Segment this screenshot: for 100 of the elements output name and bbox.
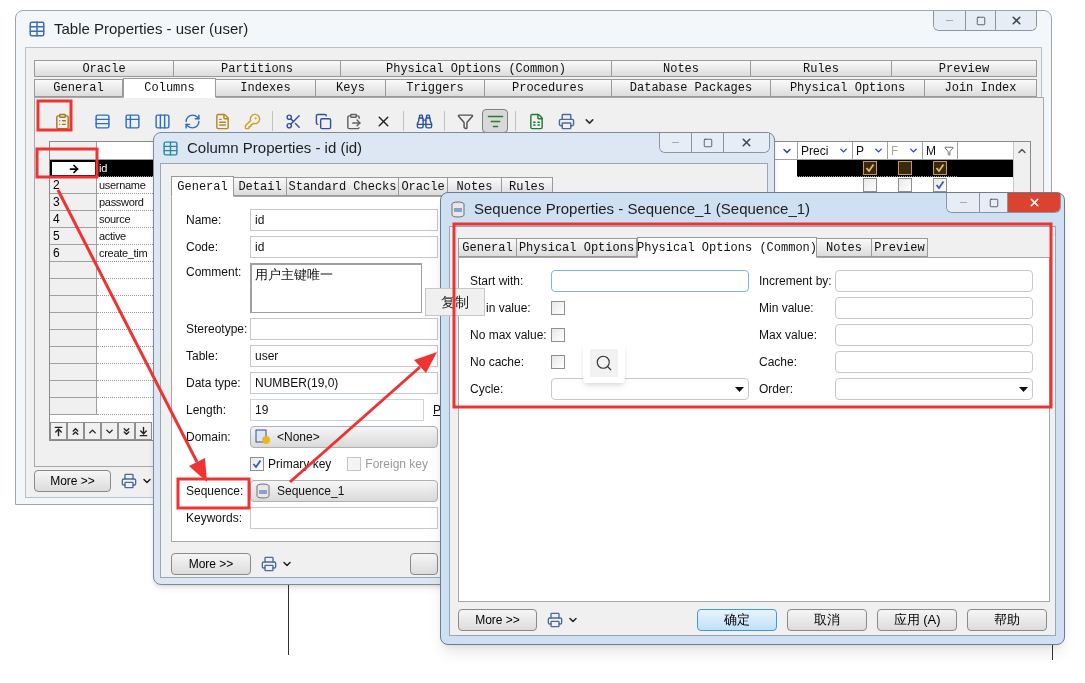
dialog-button[interactable]: 应用 (A) (877, 609, 957, 631)
combo-box[interactable]: <None> (250, 426, 438, 448)
text-field[interactable]: NUMBER(19,0) (250, 372, 438, 394)
tab[interactable]: Notes (611, 60, 751, 77)
tab[interactable]: General (171, 176, 234, 197)
navigation-button[interactable] (118, 422, 135, 440)
tab[interactable]: Detail (233, 177, 287, 196)
checkbox[interactable] (551, 328, 565, 342)
checkbox[interactable] (250, 457, 264, 471)
row-number[interactable]: 5 (50, 228, 97, 245)
text-field[interactable] (835, 297, 1033, 319)
tab[interactable]: Notes (816, 238, 872, 257)
navigation-button[interactable] (50, 422, 67, 440)
dropdown-arrow-icon (735, 386, 744, 392)
filter-icon (456, 112, 474, 130)
filter-icon (944, 145, 954, 156)
tab[interactable]: Rules (750, 60, 892, 77)
maximize-button[interactable] (966, 11, 996, 30)
table-cell[interactable]: id (97, 160, 155, 177)
tab[interactable]: Database Packages (611, 79, 771, 97)
column-header[interactable]: M (922, 142, 957, 159)
combo-box[interactable]: Sequence_1 (250, 480, 438, 502)
text-field[interactable]: id (250, 236, 438, 258)
text-field[interactable] (250, 318, 438, 340)
row-number[interactable]: 4 (50, 211, 97, 228)
close-button[interactable] (724, 133, 769, 152)
search-popup[interactable] (583, 343, 625, 383)
dropdown-arrow-icon (1019, 386, 1028, 392)
tab[interactable]: Keys (315, 79, 386, 97)
tab[interactable]: General (458, 238, 517, 257)
text-field[interactable]: id (250, 209, 438, 231)
domain-icon (255, 429, 271, 445)
checkbox[interactable] (551, 301, 565, 315)
minimize-button[interactable] (934, 11, 966, 30)
columns-icon (153, 112, 171, 130)
tab[interactable]: Physical Options (Common) (340, 60, 612, 77)
checkbox[interactable] (862, 161, 877, 175)
tab[interactable]: Standard Checks (286, 177, 399, 196)
checkbox[interactable] (932, 161, 947, 175)
paste-icon (344, 112, 362, 130)
printer-icon (557, 112, 575, 130)
row-number[interactable]: 3 (50, 194, 97, 211)
navigation-button[interactable] (67, 422, 84, 440)
dialog-button[interactable]: 确定 (697, 609, 777, 631)
tab[interactable]: Preview (891, 60, 1037, 77)
tab[interactable]: Physical Options (516, 238, 637, 257)
more-button[interactable]: More >> (458, 609, 537, 631)
tab[interactable]: General (34, 79, 123, 97)
tab[interactable]: Physical Options (Common) (637, 237, 817, 258)
field-label: Order: (759, 381, 793, 398)
navigation-button[interactable] (135, 422, 152, 440)
printer-icon[interactable] (547, 612, 563, 628)
checkbox[interactable] (862, 178, 877, 192)
tab[interactable]: Indexes (215, 79, 316, 97)
close-icon (740, 136, 753, 149)
sequence-icon (255, 483, 271, 499)
arrow-icon (121, 425, 132, 437)
dialog-button[interactable]: 取消 (787, 609, 867, 631)
minimize-button[interactable] (660, 133, 692, 152)
tab[interactable]: Physical Options (770, 79, 925, 97)
text-field[interactable] (835, 324, 1033, 346)
tab[interactable]: Preview (871, 238, 928, 257)
tab[interactable]: Oracle (398, 177, 448, 196)
maximize-button[interactable] (980, 193, 1008, 212)
more-button[interactable]: More >> (34, 470, 111, 492)
checkbox[interactable] (897, 178, 912, 192)
more-button[interactable]: More >> (171, 553, 251, 575)
checkbox[interactable] (897, 161, 912, 175)
table-cell[interactable] (797, 160, 1013, 177)
text-field[interactable]: user (250, 345, 438, 367)
maximize-icon (702, 137, 713, 148)
checkbox[interactable] (551, 355, 565, 369)
minimize-button[interactable] (947, 193, 980, 212)
sequence-icon (450, 201, 466, 218)
printer-icon[interactable] (261, 556, 277, 572)
checkbox[interactable] (932, 178, 947, 192)
field-label: Data type: (186, 375, 242, 392)
checkbox-label: Foreign key (365, 456, 429, 473)
maximize-button[interactable] (692, 133, 724, 152)
tab[interactable]: Columns (123, 78, 216, 98)
tab[interactable]: Procedures (484, 79, 612, 97)
caret-icon (838, 145, 849, 156)
tab[interactable]: Oracle (34, 60, 174, 77)
text-field[interactable]: 19 (250, 399, 424, 421)
text-field[interactable] (835, 351, 1033, 373)
dialog-button[interactable] (410, 553, 438, 575)
tab[interactable]: Triggers (385, 79, 485, 97)
text-field[interactable] (835, 270, 1033, 292)
close-button[interactable] (1008, 193, 1060, 212)
field-label: Sequence: (186, 483, 245, 500)
text-field[interactable] (250, 507, 438, 529)
search-icon (595, 354, 613, 372)
tab[interactable]: Join Index (924, 79, 1037, 97)
text-field[interactable] (551, 270, 749, 292)
comment-field[interactable]: 用户主键唯一 (250, 263, 422, 313)
row-number[interactable]: 6 (50, 245, 97, 262)
dialog-button[interactable]: 帮助 (967, 609, 1047, 631)
printer-icon[interactable] (121, 473, 137, 489)
close-button[interactable] (996, 11, 1036, 30)
tab[interactable]: Partitions (173, 60, 341, 77)
